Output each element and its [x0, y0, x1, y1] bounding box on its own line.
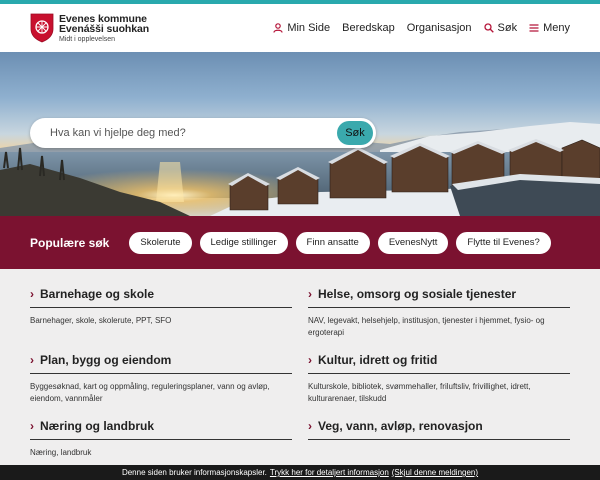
nav-beredskap[interactable]: Beredskap — [342, 22, 395, 34]
person-icon — [273, 23, 283, 33]
category-header: › Plan, bygg og eiendom — [30, 353, 292, 374]
logo-line-2: Evenášši suohkan — [59, 23, 150, 35]
category-helse-omsorg[interactable]: › Helse, omsorg og sosiale tjenester NAV… — [308, 287, 570, 353]
nav-organisasjon[interactable]: Organisasjon — [407, 22, 472, 34]
chip-ledige-stillinger[interactable]: Ledige stillinger — [199, 231, 288, 254]
site-header: Evenes kommune Evenášši suohkan Midt i o… — [0, 4, 600, 52]
category-header: › Næring og landbruk — [30, 419, 292, 440]
popular-searches-title: Populære søk — [30, 235, 110, 250]
search-input[interactable] — [50, 127, 337, 139]
search-icon — [483, 23, 494, 33]
category-description: Næring, landbruk — [30, 448, 92, 457]
cookie-details-link[interactable]: Trykk her for detaljert informasjon — [270, 468, 389, 477]
nav-meny-label: Meny — [543, 22, 570, 34]
nav-sok-label: Søk — [497, 22, 518, 34]
nav-sok[interactable]: Søk — [483, 22, 518, 34]
cookie-banner: Denne siden bruker informasjonskapsler. … — [0, 465, 600, 480]
cookie-dismiss-link[interactable]: (Skjul denne meldingen) — [392, 468, 478, 477]
chevron-right-icon: › — [308, 287, 312, 301]
category-plan-bygg[interactable]: › Plan, bygg og eiendom Byggesøknad, kar… — [30, 353, 292, 419]
chevron-right-icon: › — [30, 353, 34, 367]
logo[interactable]: Evenes kommune Evenášši suohkan Midt i o… — [30, 13, 149, 43]
category-description: Kulturskole, bibliotek, svømmehaller, fr… — [308, 382, 531, 403]
search-bar: Søk — [30, 118, 376, 148]
category-title: Kultur, idrett og fritid — [318, 353, 438, 367]
nav-beredskap-label: Beredskap — [342, 22, 395, 34]
hero-banner: Søk — [0, 52, 600, 216]
category-title: Barnehage og skole — [40, 287, 155, 301]
category-description: Barnehager, skole, skolerute, PPT, SFO — [30, 316, 172, 325]
category-title: Næring og landbruk — [40, 419, 154, 433]
chevron-right-icon: › — [308, 419, 312, 433]
popular-searches: Populære søk Skolerute Ledige stillinger… — [0, 216, 600, 269]
chevron-right-icon: › — [30, 419, 34, 433]
category-kultur-idrett[interactable]: › Kultur, idrett og fritid Kulturskole, … — [308, 353, 570, 419]
category-header: › Kultur, idrett og fritid — [308, 353, 570, 374]
nav-meny[interactable]: Meny — [529, 22, 570, 34]
category-title: Helse, omsorg og sosiale tjenester — [318, 287, 517, 301]
chip-flytte-til-evenes[interactable]: Flytte til Evenes? — [456, 231, 551, 254]
nav-min-side-label: Min Side — [287, 22, 331, 34]
category-header: › Helse, omsorg og sosiale tjenester — [308, 287, 570, 308]
chevron-right-icon: › — [30, 287, 34, 301]
category-grid: › Barnehage og skole Barnehager, skole, … — [0, 269, 600, 480]
chevron-right-icon: › — [308, 353, 312, 367]
hamburger-icon — [529, 24, 539, 32]
search-button[interactable]: Søk — [337, 121, 373, 145]
category-title: Veg, vann, avløp, renovasjon — [318, 419, 483, 433]
category-header: › Barnehage og skole — [30, 287, 292, 308]
nav-organisasjon-label: Organisasjon — [406, 22, 472, 34]
chip-evenesnytt[interactable]: EvenesNytt — [377, 231, 449, 254]
category-title: Plan, bygg og eiendom — [40, 353, 172, 367]
chip-skolerute[interactable]: Skolerute — [129, 231, 192, 254]
crest-icon — [30, 13, 54, 43]
nav-min-side[interactable]: Min Side — [273, 22, 330, 34]
category-description: Byggesøknad, kart og oppmåling, reguleri… — [30, 382, 270, 403]
category-description: NAV, legevakt, helsehjelp, institusjon, … — [308, 316, 545, 337]
category-header: › Veg, vann, avløp, renovasjon — [308, 419, 570, 440]
main-nav: Min Side Beredskap Organisasjon Søk Meny — [273, 22, 570, 34]
category-barnehage-skole[interactable]: › Barnehage og skole Barnehager, skole, … — [30, 287, 292, 353]
chip-finn-ansatte[interactable]: Finn ansatte — [295, 231, 370, 254]
cookie-text: Denne siden bruker informasjonskapsler. — [121, 468, 267, 477]
logo-tagline: Midt i opplevelsen — [59, 35, 116, 43]
